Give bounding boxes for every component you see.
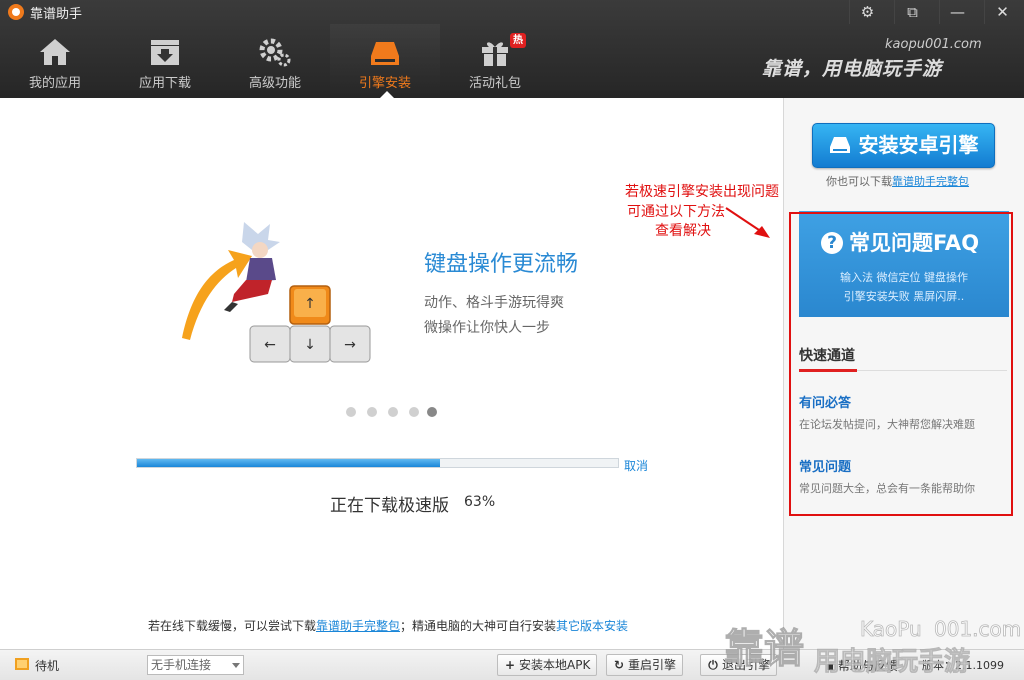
restart-engine-button[interactable]: ↻ 重启引擎 [606,654,684,676]
install-android-engine-button[interactable]: 安装安卓引擎 [812,123,995,168]
tab-label: 我的应用 [28,76,81,91]
carousel-dot[interactable] [367,407,377,417]
tab-my-apps[interactable]: 我的应用 [0,24,110,98]
carousel-dot[interactable] [409,407,419,417]
full-package-link[interactable]: 靠谱助手完整包 [316,619,400,633]
download-progress-bar [136,458,619,468]
help-feedback-link[interactable]: ▪ 帮助与反馈 [826,657,898,674]
hot-badge: 热 [510,33,526,48]
tab-label: 引擎安装 [358,76,411,91]
tab-label: 应用下载 [138,76,191,91]
key-right-label: → [344,337,356,353]
key-up-label: ↑ [304,296,316,312]
download-percent: 63% [464,494,496,510]
alt-full-package-link[interactable]: 靠谱助手完整包 [892,175,969,188]
app-logo-icon [8,4,24,20]
button-label: 安装本地APK [519,658,591,672]
annotation-line-3: 查看解决 [655,223,711,239]
banner-line-2: 微操作让你快人一步 [424,320,550,336]
banner-line-1: 动作、格斗手游玩得爽 [424,295,564,311]
annotation-highlight-box [789,212,1013,516]
settings-gear-icon[interactable]: ⚙ [849,0,885,24]
exit-engine-button[interactable]: ⏻ 退出引擎 [700,654,778,676]
button-label: 退出引擎 [722,658,771,672]
engine-state: 待机 [35,659,60,673]
download-progress-fill [137,459,441,467]
tab-engine-install[interactable]: 引擎安装 [330,24,440,98]
tip-prefix: 若在线下载缓慢，可以尝试下载 [148,619,317,633]
device-select[interactable]: 无手机连接 [147,655,244,675]
hard-drive-icon [371,42,399,65]
slow-download-tip: 若在线下载缓慢，可以尝试下载靠谱助手完整包；精通电脑的大神可自行安装其它版本安装 [148,617,628,634]
download-status: 正在下载极速版 [330,496,449,516]
header-slogan: 靠谱，用电脑玩手游 [762,58,943,80]
cancel-download-link[interactable]: 取消 [624,457,648,474]
tab-gift-pack[interactable]: 活动礼包 [440,24,550,98]
gears-icon [259,38,291,67]
annotation-line-1: 若极速引擎安装出现问题 [625,184,779,200]
arrow-keys-icon: ↑ ← ↓ → [249,285,371,363]
device-select-value: 无手机连接 [151,658,212,672]
refresh-icon: ↻ [613,658,625,672]
hard-drive-icon [829,136,850,153]
key-left-label: ← [264,337,276,353]
help-feedback-label: 帮助与反馈 [837,659,898,673]
top-bar: 靠谱助手 ⚙ ⧉ — ✕ 我的应用 应用下载 高级功能 引擎安装 活动礼包 热 … [0,0,1024,98]
restore-window-icon[interactable]: ⧉ [894,0,930,24]
tab-advanced[interactable]: 高级功能 [220,24,330,98]
tab-app-download[interactable]: 应用下载 [110,24,220,98]
banner-title: 键盘操作更流畅 [424,252,579,277]
carousel-dot-active[interactable] [427,407,437,417]
annotation-arrow-icon [725,207,770,238]
download-box-icon [151,40,179,65]
other-versions-link[interactable]: 其它版本安装 [556,619,628,633]
power-icon: ⏻ [708,658,718,672]
chat-bubble-icon: ▪ [826,659,838,673]
site-domain: kaopu001.com [885,37,982,52]
status-bar: 待机 无手机连接 + 安装本地APK ↻ 重启引擎 ⏻ 退出引擎 ▪ 帮助与反馈 版本… [0,649,1024,680]
key-down-label: ↓ [304,337,316,353]
gift-icon [482,42,508,66]
plus-icon: + [504,658,516,672]
version-label: 版本：2.1.1099 [922,659,1004,672]
annotation-line-2: 可通过以下方法 [627,204,725,220]
alt-download-text: 你也可以下载靠谱助手完整包 [826,173,969,189]
carousel-dot[interactable] [388,407,398,417]
monitor-icon [15,658,29,670]
tab-label: 活动礼包 [468,76,521,91]
minimize-icon[interactable]: — [939,0,975,24]
alt-prefix: 你也可以下载 [826,175,892,188]
chevron-down-icon [232,663,240,668]
banner-illustration: ↑ ← ↓ → [182,222,371,363]
carousel-dot[interactable] [346,407,356,417]
tab-label: 高级功能 [248,76,301,91]
install-local-apk-button[interactable]: + 安装本地APK [497,654,598,676]
home-icon [40,39,70,65]
install-button-label: 安装安卓引擎 [858,133,979,157]
tip-middle: ；精通电脑的大神可自行安装 [400,619,557,633]
app-title: 靠谱助手 [30,7,83,22]
close-icon[interactable]: ✕ [984,0,1020,24]
button-label: 重启引擎 [628,658,677,672]
